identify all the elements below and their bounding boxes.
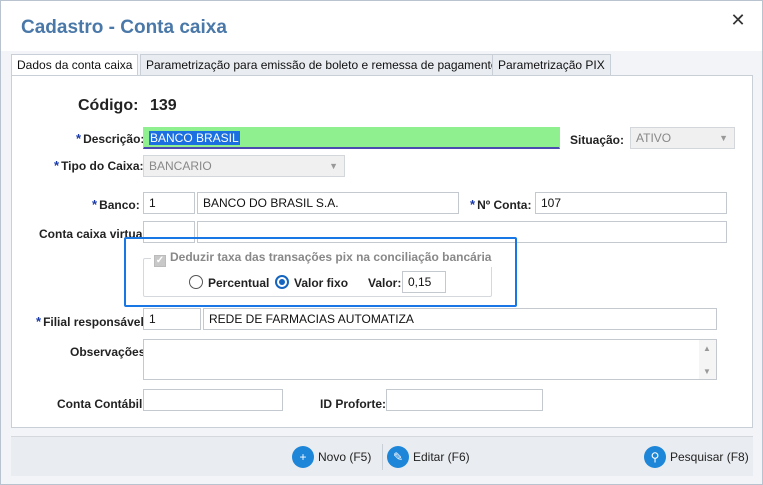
tab-dados-conta-caixa[interactable]: Dados da conta caixa — [11, 54, 139, 77]
observacoes-textarea[interactable]: ▲ ▼ — [143, 339, 717, 380]
tipo-caixa-select[interactable]: BANCARIO ▼ — [143, 155, 345, 177]
conta-input[interactable]: 107 — [535, 192, 727, 214]
close-icon[interactable]: ✕ — [727, 9, 749, 31]
conta-contabil-input[interactable] — [143, 389, 283, 411]
editar-button[interactable]: ✎ Editar (F6) — [387, 446, 470, 468]
valor-fixo-radio[interactable] — [275, 275, 289, 289]
observacoes-scrollbar[interactable]: ▲ ▼ — [699, 340, 716, 379]
required-mark: * — [54, 158, 60, 173]
required-mark: * — [92, 197, 98, 212]
codigo-label: Código: — [78, 97, 139, 114]
checkbox-checked-icon: ✓ — [154, 255, 166, 267]
id-proforte-label: ID Proforte: — [320, 397, 386, 411]
percentual-label: Percentual — [208, 276, 270, 290]
window-title: Cadastro - Conta caixa — [21, 17, 227, 38]
pix-group-title: Deduzir taxa das transações pix na conci… — [170, 250, 492, 264]
chevron-down-icon: ▼ — [329, 161, 338, 171]
descricao-label: * Descrição: — [76, 131, 144, 146]
tipo-caixa-label: * Tipo do Caixa: — [54, 158, 144, 173]
id-proforte-input[interactable] — [386, 389, 543, 411]
situacao-select[interactable]: ATIVO ▼ — [630, 127, 735, 149]
percentual-radio[interactable] — [189, 275, 203, 289]
required-mark: * — [470, 197, 476, 212]
filial-label: * Filial responsável: — [36, 314, 148, 329]
codigo-value: 139 — [150, 97, 177, 114]
observacoes-label: Observações: — [70, 345, 150, 359]
required-mark: * — [36, 314, 42, 329]
banco-name-input[interactable]: BANCO DO BRASIL S.A. — [197, 192, 459, 214]
descricao-input[interactable]: BANCO BRASIL — [143, 127, 560, 149]
pix-deduction-checkbox[interactable]: ✓ Deduzir taxa das transações pix na conc… — [151, 250, 495, 267]
scroll-up-icon[interactable]: ▲ — [703, 344, 711, 353]
situacao-label: Situação: — [570, 133, 625, 147]
filial-code-input[interactable]: 1 — [143, 308, 201, 330]
scroll-down-icon[interactable]: ▼ — [703, 367, 711, 376]
filial-name-input[interactable]: REDE DE FARMACIAS AUTOMATIZA — [203, 308, 717, 330]
pesquisar-button[interactable]: ⚲ Pesquisar (F8) — [644, 446, 749, 468]
pesquisar-label: Pesquisar (F8) — [670, 450, 749, 464]
plus-icon: + — [292, 446, 314, 468]
search-icon: ⚲ — [644, 446, 666, 468]
toolbar-divider — [382, 444, 383, 470]
tipo-caixa-label-text: Tipo do Caixa: — [61, 159, 144, 173]
chevron-down-icon: ▼ — [719, 133, 728, 143]
novo-button[interactable]: + Novo (F5) — [292, 446, 371, 468]
banco-label-text: Banco: — [99, 198, 140, 212]
filial-label-text: Filial responsável: — [43, 315, 148, 329]
editar-label: Editar (F6) — [413, 450, 470, 464]
valor-fixo-label: Valor fixo — [294, 276, 349, 290]
novo-label: Novo (F5) — [318, 450, 372, 464]
banco-label: * Banco: — [92, 197, 140, 212]
situacao-value: ATIVO — [636, 131, 672, 145]
tipo-caixa-value: BANCARIO — [149, 159, 212, 173]
descricao-value: BANCO BRASIL — [149, 131, 240, 145]
banco-code-input[interactable]: 1 — [143, 192, 195, 214]
title-bar: Cadastro - Conta caixa ✕ — [1, 1, 762, 51]
tab-parametrizacao-pix[interactable]: Parametrização PIX — [492, 54, 611, 76]
descricao-label-text: Descrição: — [83, 132, 145, 146]
valor-input[interactable]: 0,15 — [402, 271, 446, 293]
valor-label: Valor: — [368, 276, 402, 290]
conta-label: * Nº Conta: — [470, 197, 531, 212]
pencil-icon: ✎ — [387, 446, 409, 468]
conta-contabil-label: Conta Contábil: — [57, 397, 147, 411]
required-mark: * — [76, 131, 82, 146]
conta-label-text: Nº Conta: — [477, 198, 532, 212]
tab-parametrizacao-boleto[interactable]: Parametrização para emissão de boleto e … — [140, 54, 504, 76]
